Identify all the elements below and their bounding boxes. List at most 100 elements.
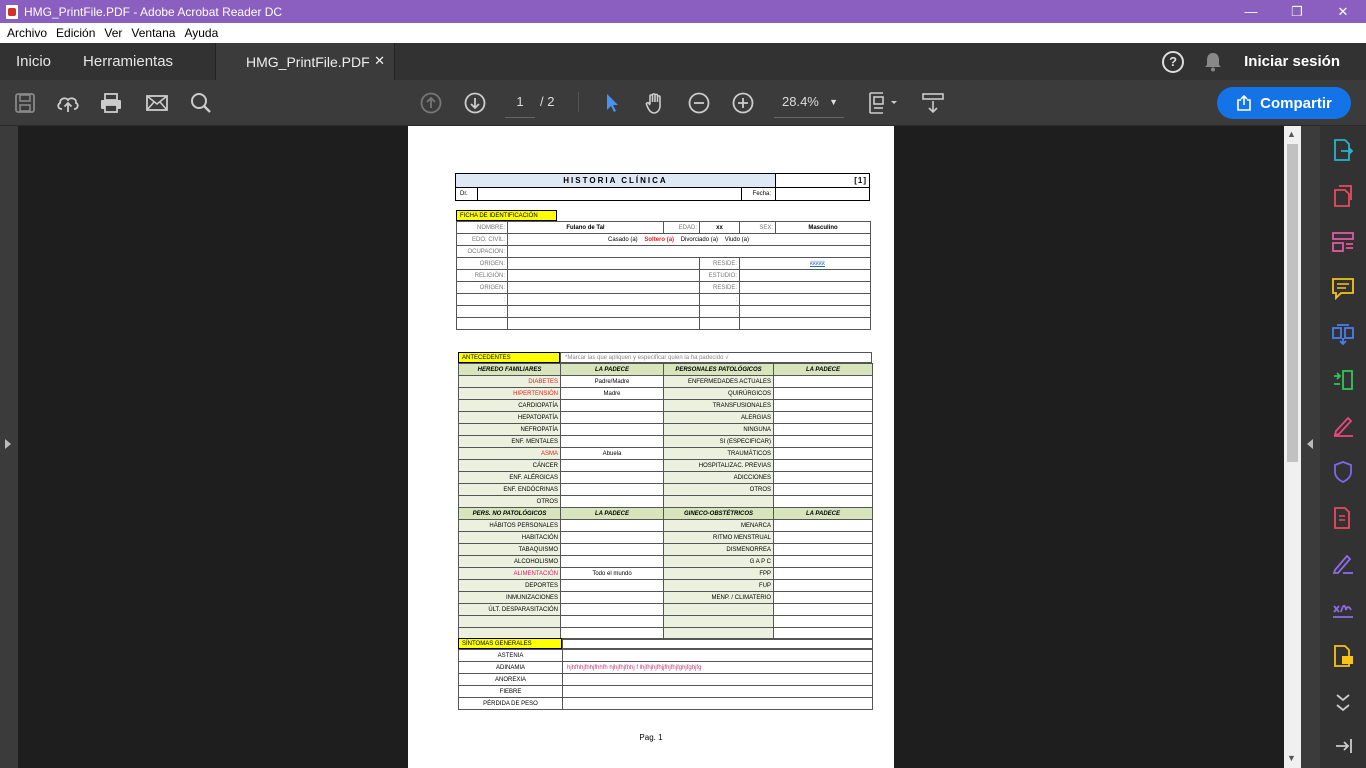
row-value bbox=[560, 423, 664, 436]
previous-page-icon[interactable] bbox=[419, 91, 443, 115]
menu-ayuda[interactable]: Ayuda bbox=[184, 26, 218, 40]
row-label: INMUNIZACIONES bbox=[458, 591, 561, 604]
col-header: LA PADECE bbox=[773, 507, 873, 520]
row-value bbox=[560, 579, 664, 592]
collapse-right-panel-icon[interactable] bbox=[1307, 439, 1313, 449]
organize-pages-icon[interactable] bbox=[1331, 368, 1355, 392]
fill-sign-icon[interactable] bbox=[1331, 414, 1355, 438]
table-row: ENF. ALÉRGICAS ADICCIONES bbox=[458, 471, 873, 484]
row-value bbox=[560, 411, 664, 424]
tab-document[interactable]: HMG_PrintFile.PDF ✕ bbox=[215, 43, 395, 80]
row-label: MENARCA bbox=[663, 519, 774, 532]
table-row: INMUNIZACIONES MENP. / CLIMATERIO bbox=[458, 591, 873, 604]
scroll-down-icon[interactable]: ▼ bbox=[1287, 753, 1296, 763]
minimize-button[interactable]: — bbox=[1228, 0, 1274, 23]
collapse-tools-icon[interactable] bbox=[1331, 734, 1355, 758]
vertical-scrollbar[interactable]: ▲ ▼ bbox=[1284, 126, 1301, 768]
close-window-button[interactable]: ✕ bbox=[1320, 0, 1366, 23]
select-cursor-icon[interactable] bbox=[600, 91, 624, 115]
zoom-out-icon[interactable] bbox=[687, 91, 711, 115]
hand-tool-icon[interactable] bbox=[643, 91, 667, 115]
table-row: CARDIOPATÍA TRANSFUSIONALES bbox=[458, 399, 873, 412]
table-row: DEPORTES FUP bbox=[458, 579, 873, 592]
col-header: HEREDO FAMILIARES bbox=[458, 363, 561, 376]
row-value: Madre bbox=[560, 387, 664, 400]
bell-icon[interactable] bbox=[1204, 52, 1222, 72]
help-icon[interactable]: ? bbox=[1162, 50, 1185, 73]
row-value bbox=[773, 543, 873, 556]
tab-inicio[interactable]: Inicio bbox=[0, 43, 67, 80]
document-header: HISTORIA CLÍNICA [1] Dr. Fecha: bbox=[455, 173, 870, 201]
tab-bar: Inicio Herramientas HMG_PrintFile.PDF ✕ … bbox=[0, 43, 1366, 80]
search-icon[interactable] bbox=[189, 91, 213, 115]
antecedentes-label: ANTECEDENTES bbox=[458, 352, 560, 363]
edit-pdf-icon[interactable] bbox=[1331, 230, 1355, 254]
scroll-up-icon[interactable]: ▲ bbox=[1287, 129, 1296, 139]
menu-archivo[interactable]: Archivo bbox=[7, 26, 47, 40]
table-row: ALIMENTACIÓN Todo el mundo FPP bbox=[458, 567, 873, 580]
page-layout-icon[interactable] bbox=[866, 91, 902, 115]
request-signature-icon[interactable] bbox=[1331, 552, 1355, 576]
row-value bbox=[773, 375, 873, 388]
row-label: ADINAMIA bbox=[458, 661, 563, 674]
table-row: DIABETES Padre/Madre ENFERMEDADES ACTUALES bbox=[458, 375, 873, 388]
email-icon[interactable] bbox=[145, 91, 169, 115]
print-icon[interactable] bbox=[99, 91, 123, 115]
row-value bbox=[773, 423, 873, 436]
combine-files-icon[interactable] bbox=[1331, 322, 1355, 346]
document-view[interactable]: HISTORIA CLÍNICA [1] Dr. Fecha: FICHA DE… bbox=[18, 126, 1284, 768]
row-label: HABITACIÓN bbox=[458, 531, 561, 544]
share-button[interactable]: Compartir bbox=[1217, 87, 1351, 119]
row-label: HEPATOPATÍA bbox=[458, 411, 561, 424]
close-tab-icon[interactable]: ✕ bbox=[374, 53, 385, 69]
certificate-icon[interactable] bbox=[1331, 598, 1355, 622]
row-label bbox=[663, 495, 774, 508]
row-value bbox=[562, 685, 873, 698]
expand-left-panel-icon[interactable] bbox=[5, 439, 11, 449]
create-pdf-icon[interactable] bbox=[1331, 184, 1355, 208]
export-pdf-icon[interactable] bbox=[1331, 138, 1355, 162]
menu-ver[interactable]: Ver bbox=[104, 26, 122, 40]
signin-button[interactable]: Iniciar sesión bbox=[1244, 53, 1340, 70]
more-tools-icon[interactable] bbox=[1331, 691, 1355, 715]
row-label: QUIRÚRGICOS bbox=[663, 387, 774, 400]
antecedentes-note: *Marcar las que apliquen y especificar q… bbox=[560, 352, 872, 363]
compress-pdf-icon[interactable] bbox=[1331, 506, 1355, 530]
row-value bbox=[562, 697, 873, 710]
scrollbar-thumb[interactable] bbox=[1287, 144, 1298, 462]
page-number-input[interactable]: 1 bbox=[505, 86, 535, 118]
next-page-icon[interactable] bbox=[463, 91, 487, 115]
row-label: ENF. ALÉRGICAS bbox=[458, 471, 561, 484]
row-label bbox=[663, 615, 774, 628]
menu-edicion[interactable]: Edición bbox=[56, 26, 95, 40]
sintomas-header-cell bbox=[562, 638, 873, 649]
row-value bbox=[560, 519, 664, 532]
col-header: LA PADECE bbox=[560, 507, 664, 520]
table-row: HÁBITOS PERSONALES MENARCA bbox=[458, 519, 873, 532]
comment-icon[interactable] bbox=[1331, 276, 1355, 301]
row-value bbox=[773, 411, 873, 424]
zoom-in-icon[interactable] bbox=[731, 91, 755, 115]
tab-herramientas[interactable]: Herramientas bbox=[67, 43, 189, 80]
restore-button[interactable]: ❐ bbox=[1274, 0, 1320, 23]
row-label: RITMO MENSTRUAL bbox=[663, 531, 774, 544]
tab-document-label: HMG_PrintFile.PDF bbox=[246, 53, 370, 70]
row-value bbox=[773, 603, 873, 616]
row-label: TRANSFUSIONALES bbox=[663, 399, 774, 412]
row-value bbox=[560, 615, 664, 628]
civil-options: Casado (a) Soltero (a) Divorciado (a) Vi… bbox=[507, 233, 871, 246]
row-label: DISMENORREA bbox=[663, 543, 774, 556]
identification-table: NOMBRE: Fulano de Tal EDAD: xx SEX: Masc… bbox=[456, 221, 871, 330]
menu-ventana[interactable]: Ventana bbox=[131, 26, 175, 40]
protect-icon[interactable] bbox=[1331, 460, 1355, 484]
row-value bbox=[560, 483, 664, 496]
zoom-select[interactable]: 28.4% ▼ bbox=[774, 86, 844, 118]
document-title: HISTORIA CLÍNICA bbox=[456, 174, 776, 188]
save-icon[interactable] bbox=[13, 91, 37, 115]
upload-cloud-icon[interactable] bbox=[56, 91, 80, 115]
send-for-comments-icon[interactable] bbox=[1331, 644, 1355, 668]
toolbar-divider bbox=[578, 92, 579, 112]
table-row: ADINAMIA hjhfhhjfhhjfhhfh hjhjfhjfhhj f l… bbox=[458, 661, 873, 674]
sexo-value: Masculino bbox=[775, 221, 871, 234]
read-mode-icon[interactable] bbox=[921, 91, 945, 115]
